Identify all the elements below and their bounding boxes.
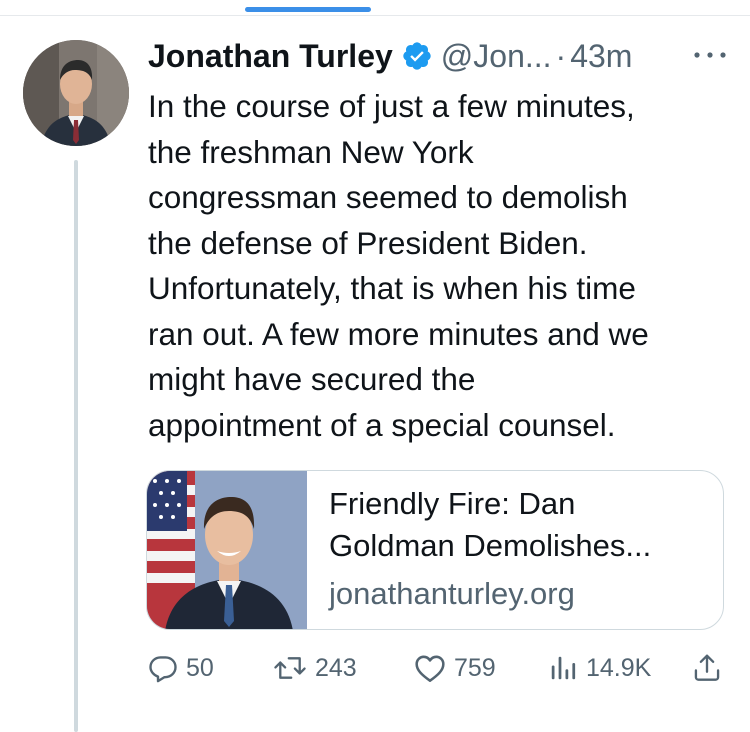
views-count: 14.9K <box>586 653 652 682</box>
repost-button[interactable]: 243 <box>273 648 357 688</box>
like-button[interactable]: 759 <box>414 648 496 688</box>
tweet-text: In the course of just a few minutes, the… <box>148 84 738 448</box>
avatar[interactable] <box>23 40 129 146</box>
link-card-domain: jonathanturley.org <box>329 576 575 611</box>
tweet-text-line: Unfortunately, that is when his time <box>148 270 636 306</box>
author-handle[interactable]: @Jon... <box>441 38 552 75</box>
reply-icon <box>149 656 177 683</box>
tweet-text-line: the freshman New York <box>148 133 474 170</box>
share-icon <box>694 654 720 681</box>
verified-badge-icon <box>403 42 431 70</box>
repost-count: 243 <box>315 653 357 682</box>
like-count: 759 <box>454 653 496 682</box>
link-card-image <box>147 471 307 629</box>
heart-icon <box>415 655 445 682</box>
link-card-title: Goldman Demolishes... <box>329 528 652 563</box>
action-bar: 50 243 759 14.9K <box>148 648 728 688</box>
reply-count: 50 <box>186 653 214 682</box>
tab-indicator <box>245 7 371 12</box>
avatar-image <box>23 40 129 146</box>
tweet-text-line: appointment of a special counsel. <box>148 406 616 443</box>
tweet-header: Jonathan Turley @Jon... · 43m <box>148 34 632 78</box>
link-card[interactable]: Friendly Fire: Dan Goldman Demolishes...… <box>146 470 724 630</box>
tweet-timestamp[interactable]: 43m <box>570 38 632 75</box>
more-icon[interactable] <box>692 48 728 62</box>
tweet-text-line: congressman seemed to demolish <box>148 179 628 215</box>
views-icon <box>551 656 576 680</box>
tweet-text-line: might have secured the <box>148 361 476 397</box>
top-divider <box>0 15 750 16</box>
link-card-title: Friendly Fire: Dan <box>329 486 576 521</box>
author-name[interactable]: Jonathan Turley <box>148 38 393 75</box>
tweet-text-line: In the course of just a few minutes, <box>148 88 635 124</box>
thread-line <box>74 160 78 732</box>
reply-button[interactable]: 50 <box>148 648 214 688</box>
repost-icon <box>274 657 306 679</box>
link-card-text: Friendly Fire: Dan Goldman Demolishes...… <box>329 483 711 615</box>
tweet-text-line: the defense of President Biden. <box>148 224 588 261</box>
share-button[interactable] <box>692 648 722 688</box>
tweet-text-line: ran out. A few more minutes and we <box>148 315 649 352</box>
views-button[interactable]: 14.9K <box>548 648 651 688</box>
separator-dot: · <box>555 37 567 74</box>
